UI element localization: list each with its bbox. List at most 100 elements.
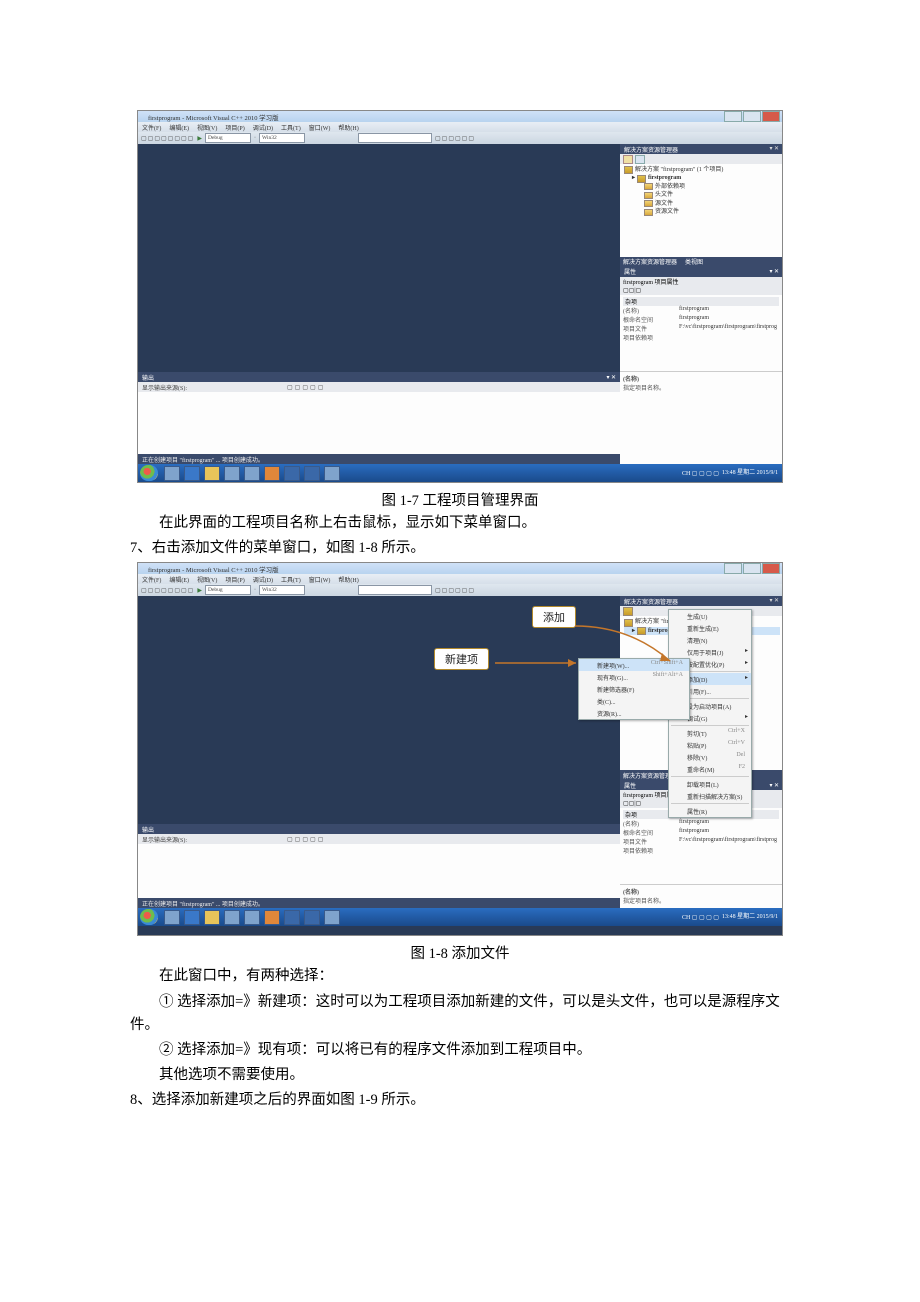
output-toolbar[interactable]: 显示输出来源(S): ▢▢▢▢▢: [138, 382, 620, 392]
tab-solution-explorer[interactable]: 解决方案资源管理器: [623, 257, 677, 266]
toolbar[interactable]: ▢▢▢▢▢▢▢▢ ▶ Debug · Win32 ▢▢▢▢▢▢: [138, 132, 782, 144]
menu-item[interactable]: 重命名(M)F2: [669, 763, 751, 775]
toolbar-icons[interactable]: ▢▢▢▢▢▢▢▢: [141, 135, 194, 142]
taskbar-item[interactable]: [184, 466, 200, 481]
folder-icon: [644, 200, 653, 207]
menu-item[interactable]: 新建筛选器(F): [579, 683, 689, 695]
output-toolbar[interactable]: 显示输出来源(S): ▢▢▢▢▢: [138, 834, 620, 844]
folder-resources[interactable]: 资源文件: [624, 208, 780, 216]
minimize-button[interactable]: [724, 111, 742, 122]
properties-body: 杂项 (名称)firstprogram 根命名空间firstprogram 项目…: [620, 295, 782, 371]
properties-category: 杂项: [623, 297, 779, 306]
solution-node[interactable]: 解决方案 "firstprogram" (1 个项目): [624, 166, 780, 174]
config-combo[interactable]: Debug: [205, 133, 251, 143]
caption-1-7: 图 1-7 工程项目管理界面: [130, 489, 790, 510]
tool-icon[interactable]: [635, 155, 645, 164]
output-header[interactable]: 输出: [138, 824, 620, 834]
menu-item[interactable]: 类(C)...: [579, 695, 689, 707]
taskbar[interactable]: CH ▢ ▢ ▢ ▢ 13:48 星期二 2015/9/1: [138, 464, 782, 482]
properties-subject: firstprogram 项目属性: [620, 277, 782, 286]
editor-area: [138, 596, 620, 824]
menu-item[interactable]: 剪切(T)Ctrl+X: [669, 727, 751, 739]
taskbar-item[interactable]: [304, 466, 320, 481]
status-bar: 正在创建项目 "firstprogram" ... 项目创建成功。: [138, 898, 620, 908]
find-combo[interactable]: [358, 133, 432, 143]
paragraph: 在此界面的工程项目名称上右击鼠标，显示如下菜单窗口。: [130, 512, 790, 535]
pin-icon[interactable]: ▾ ✕: [769, 145, 779, 152]
taskbar-item[interactable]: [224, 466, 240, 481]
project-node[interactable]: ▸ firstprogram: [624, 174, 780, 182]
caption-1-8: 图 1-8 添加文件: [130, 942, 790, 963]
platform-combo[interactable]: Win32: [259, 133, 305, 143]
project-icon: [637, 175, 646, 183]
callout-new-item: 新建项: [434, 648, 489, 670]
menu-item[interactable]: 清理(N): [669, 634, 751, 646]
menu-item[interactable]: 卸载项目(L): [669, 778, 751, 790]
step-7: 7、右击添加文件的菜单窗口，如图 1-8 所示。: [130, 537, 790, 560]
properties-header[interactable]: 属性 ▾ ✕: [620, 267, 782, 277]
menu-item[interactable]: 重新生成(E): [669, 622, 751, 634]
prop-row-projectfile[interactable]: 项目文件F:\vc\firstprogram\firstprogram\firs…: [623, 324, 779, 333]
right-tabstrip[interactable]: 解决方案资源管理器 类视图: [620, 257, 782, 267]
start-button[interactable]: [140, 465, 158, 481]
editor-area: [138, 144, 620, 372]
menu-item[interactable]: 移除(V)Del: [669, 751, 751, 763]
ide-title-bar: firstprogram - Microsoft Visual C++ 2010…: [138, 111, 782, 122]
output-header[interactable]: 输出 ▾ ✕: [138, 372, 620, 382]
menu-view[interactable]: 视图(V): [197, 123, 217, 132]
paragraph: 其他选项不需要使用。: [130, 1064, 790, 1087]
menu-item[interactable]: 仅用于项目(J)▸: [669, 646, 751, 658]
menu-tools[interactable]: 工具(T): [281, 123, 301, 132]
menu-bar[interactable]: 文件(F) 编辑(E) 视图(V) 项目(P) 调试(D) 工具(T) 窗口(W…: [138, 122, 782, 132]
menu-item[interactable]: 现有项(G)...Shift+Alt+A: [579, 671, 689, 683]
prop-row-deps[interactable]: 项目依赖项: [623, 333, 779, 342]
taskbar-item[interactable]: [164, 466, 180, 481]
menu-edit[interactable]: 编辑(E): [169, 123, 189, 132]
menu-item[interactable]: 生成(U): [669, 610, 751, 622]
menu-bar[interactable]: 文件(F) 编辑(E) 视图(V) 项目(P) 调试(D) 工具(T) 窗口(W…: [138, 574, 782, 584]
taskbar-item[interactable]: [264, 466, 280, 481]
properties-toolbar[interactable]: ▢▢|▢: [620, 286, 782, 295]
ide-title: firstprogram - Microsoft Visual C++ 2010…: [148, 112, 279, 122]
pin-icon[interactable]: ▾ ✕: [769, 268, 779, 275]
menu-item[interactable]: 资源(R)...: [579, 707, 689, 719]
ide-title-bar: firstprogram - Microsoft Visual C++ 2010…: [138, 563, 782, 574]
prop-row-name[interactable]: (名称)firstprogram: [623, 306, 779, 315]
paragraph: 在此窗口中，有两种选择：: [130, 965, 790, 988]
status-bar: 正在创建项目 "firstprogram" ... 项目创建成功。: [138, 454, 620, 464]
home-icon[interactable]: [623, 155, 633, 164]
menu-item[interactable]: 属性(R): [669, 805, 751, 817]
taskbar-item[interactable]: [204, 466, 220, 481]
solution-icon: [624, 166, 633, 174]
menu-help[interactable]: 帮助(H): [338, 123, 358, 132]
close-button[interactable]: [762, 111, 780, 122]
menu-file[interactable]: 文件(F): [142, 123, 161, 132]
toolbar-icons-2[interactable]: ▢▢▢▢▢▢: [435, 135, 475, 142]
paragraph-option-1: ① 选择添加=》新建项：这时可以为工程项目添加新建的文件，可以是头文件，也可以是…: [130, 991, 790, 1037]
paragraph-option-2: ② 选择添加=》现有项：可以将已有的程序文件添加到工程项目中。: [130, 1039, 790, 1062]
taskbar-item[interactable]: [244, 466, 260, 481]
toolbar[interactable]: ▢▢▢▢▢▢▢▢ ▶ Debug · Win32 ▢▢▢▢▢▢: [138, 584, 782, 596]
clock: 13:48 星期二 2015/9/1: [722, 470, 778, 476]
solution-explorer-header[interactable]: 解决方案资源管理器 ▾ ✕: [620, 144, 782, 154]
menu-project[interactable]: 项目(P): [225, 123, 244, 132]
folder-headers[interactable]: 头文件: [624, 191, 780, 199]
output-tool-icons[interactable]: ▢▢▢▢▢: [287, 384, 325, 391]
taskbar-item[interactable]: [284, 466, 300, 481]
taskbar-item[interactable]: [324, 466, 340, 481]
menu-window[interactable]: 窗口(W): [309, 123, 331, 132]
maximize-button[interactable]: [743, 111, 761, 122]
menu-item[interactable]: 粘贴(P)Ctrl+V: [669, 739, 751, 751]
pin-icon[interactable]: ▾ ✕: [606, 374, 620, 381]
system-tray[interactable]: CH ▢ ▢ ▢ ▢ 13:48 星期二 2015/9/1: [678, 464, 782, 482]
solution-tree[interactable]: 解决方案 "firstprogram" (1 个项目) ▸ firstprogr…: [620, 164, 782, 257]
solution-explorer-toolbar[interactable]: [620, 154, 782, 164]
tab-class-view[interactable]: 类视图: [685, 257, 703, 266]
output-body: [138, 844, 620, 898]
folder-sources[interactable]: 源文件: [624, 200, 780, 208]
folder-external[interactable]: 外部依赖项: [624, 183, 780, 191]
prop-row-namespace[interactable]: 根命名空间firstprogram: [623, 315, 779, 324]
menu-debug[interactable]: 调试(D): [253, 123, 273, 132]
taskbar[interactable]: CH ▢ ▢ ▢ ▢13:48 星期二 2015/9/1: [138, 908, 782, 926]
menu-item[interactable]: 重新扫描解决方案(S): [669, 790, 751, 802]
